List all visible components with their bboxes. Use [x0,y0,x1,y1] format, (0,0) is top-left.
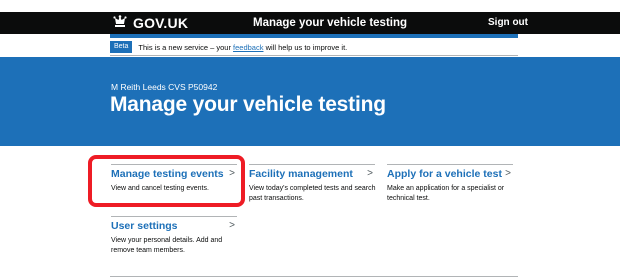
phase-banner-text: This is a new service – your feedback wi… [138,43,347,52]
highlight-box [88,155,245,207]
service-name-link[interactable]: Manage your vehicle testing [253,12,407,34]
sign-out-link[interactable]: Sign out [488,12,528,34]
feedback-link[interactable]: feedback [233,43,263,52]
header-underline [110,34,518,38]
card-divider [387,164,513,165]
phase-banner: Beta This is a new service – your feedba… [110,40,518,54]
card-description: View your personal details. Add and remo… [111,237,223,254]
card-title-link[interactable]: Facility management [249,168,353,180]
hero-caption: M Reith Leeds CVS P50942 [111,82,218,92]
phase-text-before: This is a new service – your [138,42,234,52]
chevron-right-icon: > [229,220,235,231]
card-title-link[interactable]: User settings [111,220,178,232]
phase-divider [110,55,518,56]
chevron-right-icon: > [367,168,373,179]
logo-text: GOV.UK [133,15,189,31]
page-title: Manage your vehicle testing [110,93,386,116]
crown-icon [113,15,127,27]
card-title-link[interactable]: Apply for a vehicle test [387,168,502,180]
beta-tag: Beta [110,41,133,53]
bottom-divider [110,276,518,277]
chevron-right-icon: > [505,168,511,179]
card-divider [111,216,237,217]
header: GOV.UK Manage your vehicle testing Sign … [0,0,620,41]
card-description: Make an application for a specialist or … [387,185,505,202]
phase-text-after: will help us to improve it. [263,42,348,52]
card-description: View today's completed tests and search … [249,185,376,202]
card-divider [249,164,375,165]
govuk-logo-link[interactable]: GOV.UK [111,12,188,34]
